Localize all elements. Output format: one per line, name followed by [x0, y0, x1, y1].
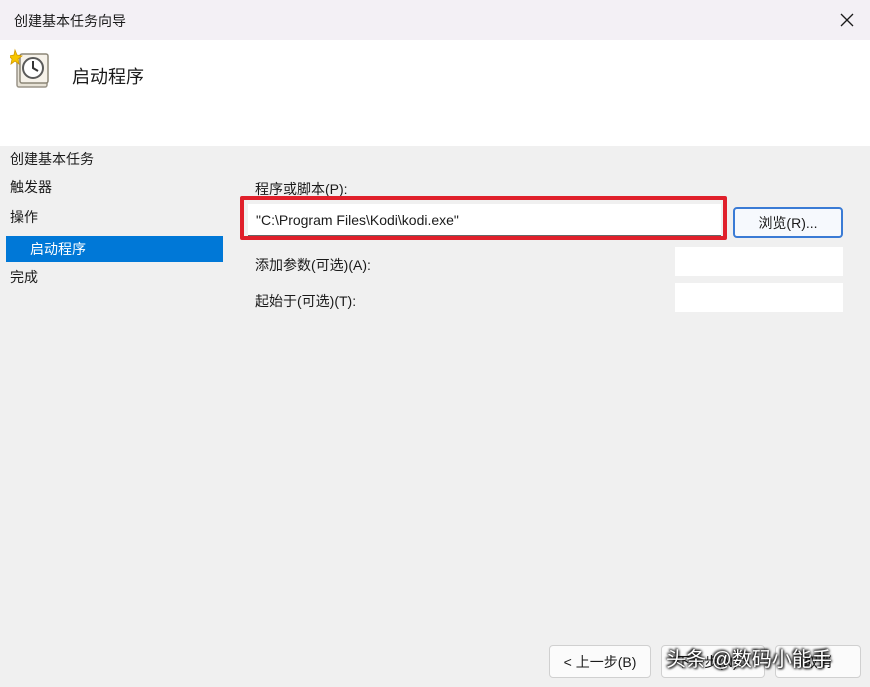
- task-wizard-window: 创建基本任务向导 启动程序 创建基本任务 触发器 操作 启动程序 完成 程序或脚…: [0, 0, 870, 687]
- wizard-header: 启动程序: [0, 40, 870, 146]
- task-clock-icon: [10, 48, 49, 88]
- arguments-input[interactable]: [675, 247, 843, 276]
- close-icon: [840, 13, 854, 27]
- wizard-steps-sidebar: 创建基本任务 触发器 操作 启动程序 完成: [0, 146, 230, 687]
- watermark-text: 头条 @数码小能手: [666, 649, 832, 671]
- window-title: 创建基本任务向导: [14, 13, 126, 29]
- highlight-annotation: [240, 196, 727, 240]
- start-in-input[interactable]: [675, 283, 843, 312]
- step-action[interactable]: 操作: [6, 204, 223, 230]
- step-create-basic-task[interactable]: 创建基本任务: [6, 146, 223, 172]
- step-finish[interactable]: 完成: [6, 264, 223, 290]
- close-button[interactable]: [824, 0, 870, 40]
- step-start-program[interactable]: 启动程序: [6, 236, 223, 262]
- start-in-label: 起始于(可选)(T):: [255, 293, 357, 309]
- wizard-content: 创建基本任务 触发器 操作 启动程序 完成 程序或脚本(P): 浏览(R)...…: [0, 146, 870, 687]
- title-bar: 创建基本任务向导: [0, 0, 870, 40]
- args-label: 添加参数(可选)(A):: [255, 257, 371, 273]
- step-trigger[interactable]: 触发器: [6, 174, 223, 200]
- back-button[interactable]: < 上一步(B): [549, 645, 651, 678]
- page-title: 启动程序: [72, 67, 144, 87]
- browse-button[interactable]: 浏览(R)...: [733, 207, 843, 238]
